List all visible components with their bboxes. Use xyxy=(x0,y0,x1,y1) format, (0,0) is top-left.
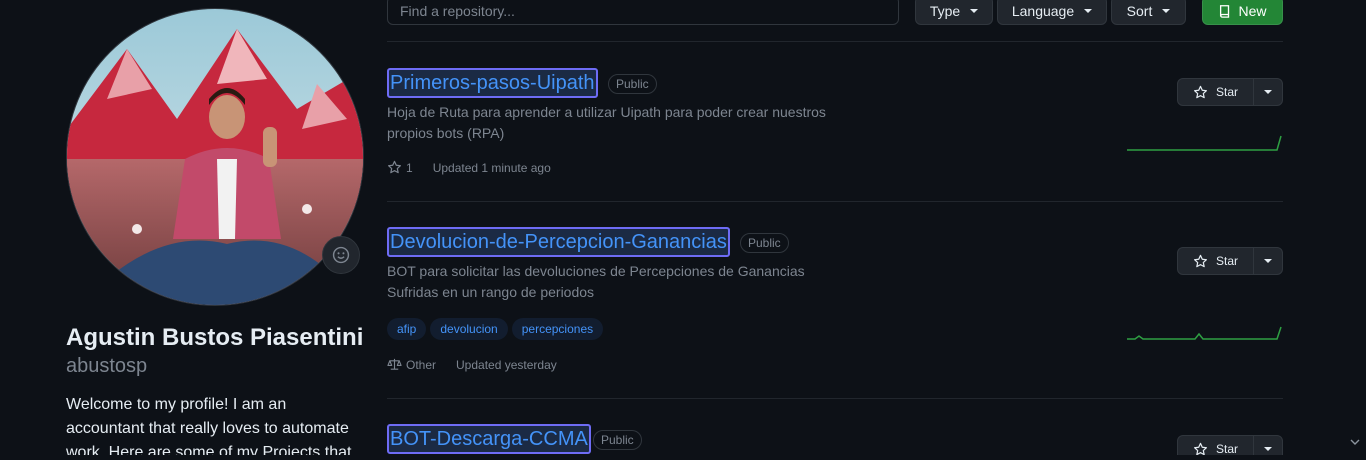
repo-name-link[interactable]: BOT-Descarga-CCMA xyxy=(387,424,591,454)
star-button[interactable]: Star xyxy=(1178,79,1254,105)
star-count: 1 xyxy=(406,160,413,175)
set-status-button[interactable] xyxy=(322,236,360,274)
language-filter-label: Language xyxy=(1011,2,1075,19)
divider xyxy=(387,201,1283,202)
license-info: Other xyxy=(387,357,436,372)
repo-meta: 1 Updated 1 minute ago xyxy=(387,160,571,175)
star-button-label: Star xyxy=(1215,254,1238,268)
star-button-group: Star xyxy=(1177,78,1283,106)
star-lists-dropdown[interactable] xyxy=(1254,79,1282,105)
profile-bio: Welcome to my profile! I am an accountan… xyxy=(66,396,352,460)
topic-tag[interactable]: percepciones xyxy=(511,318,604,340)
chevron-down-icon xyxy=(1264,447,1272,451)
viewport-edge xyxy=(0,455,1366,460)
topic-tag[interactable]: devolucion xyxy=(430,318,508,340)
repo-description: BOT para solicitar las devoluciones de P… xyxy=(387,263,805,300)
profile-full-name: Agustin Bustos Piasentini xyxy=(66,324,364,351)
law-icon xyxy=(387,358,402,370)
chevron-down-icon xyxy=(1264,259,1272,263)
activity-sparkline xyxy=(1127,326,1282,340)
repo-list-item: Devolucion-de-Percepcion-Ganancias Publi… xyxy=(387,227,1283,387)
repo-meta: Other Updated yesterday xyxy=(387,357,577,372)
chevron-down-icon xyxy=(1084,8,1093,13)
type-filter-label: Type xyxy=(929,2,961,19)
new-repo-label: New xyxy=(1238,2,1267,19)
chevron-down-icon xyxy=(1162,8,1171,13)
repo-name-link[interactable]: Primeros-pasos-Uipath xyxy=(387,68,598,98)
activity-sparkline xyxy=(1127,135,1282,151)
star-lists-dropdown[interactable] xyxy=(1254,248,1282,274)
chevron-down-icon xyxy=(1264,90,1272,94)
divider xyxy=(387,41,1283,42)
avatar-image xyxy=(67,9,363,305)
smiley-icon xyxy=(332,246,350,264)
repositories-panel: Type Language Sort New Primeros-pasos-Ui… xyxy=(387,0,1283,460)
updated-time: Updated 1 minute ago xyxy=(432,160,551,175)
language-filter-button[interactable]: Language xyxy=(997,0,1107,25)
repo-description: Hoja de Ruta para aprender a utilizar Ui… xyxy=(387,104,826,141)
divider xyxy=(387,398,1283,399)
sort-filter-label: Sort xyxy=(1126,2,1153,19)
visibility-badge: Public xyxy=(593,430,642,450)
repo-icon xyxy=(1220,4,1230,18)
visibility-badge: Public xyxy=(740,233,789,253)
repo-filter-bar: Type Language Sort New xyxy=(387,0,1283,26)
type-filter-button[interactable]: Type xyxy=(915,0,993,25)
star-icon xyxy=(387,160,402,174)
scroll-down-icon[interactable] xyxy=(1350,437,1360,447)
repo-search-input[interactable] xyxy=(387,0,899,25)
updated-time: Updated yesterday xyxy=(456,357,557,372)
visibility-badge: Public xyxy=(608,74,657,94)
star-button-group: Star xyxy=(1177,247,1283,275)
repo-list-item: Primeros-pasos-Uipath Public Hoja de Rut… xyxy=(387,68,1283,188)
topic-list: afip devolucion percepciones xyxy=(387,318,604,340)
license-label: Other xyxy=(406,357,437,372)
new-repo-button[interactable]: New xyxy=(1202,0,1283,25)
star-button[interactable]: Star xyxy=(1178,248,1254,274)
avatar[interactable] xyxy=(66,8,364,306)
sort-filter-button[interactable]: Sort xyxy=(1111,0,1186,25)
star-icon xyxy=(1193,85,1207,98)
chevron-down-icon xyxy=(970,8,979,13)
topic-tag[interactable]: afip xyxy=(387,318,427,340)
profile-username: abustosp xyxy=(66,355,148,377)
star-button-label: Star xyxy=(1215,442,1238,456)
star-icon xyxy=(1193,254,1207,267)
stargazers-link[interactable]: 1 xyxy=(387,160,413,175)
repo-name-link[interactable]: Devolucion-de-Percepcion-Ganancias xyxy=(387,227,730,257)
star-button-label: Star xyxy=(1215,85,1238,99)
